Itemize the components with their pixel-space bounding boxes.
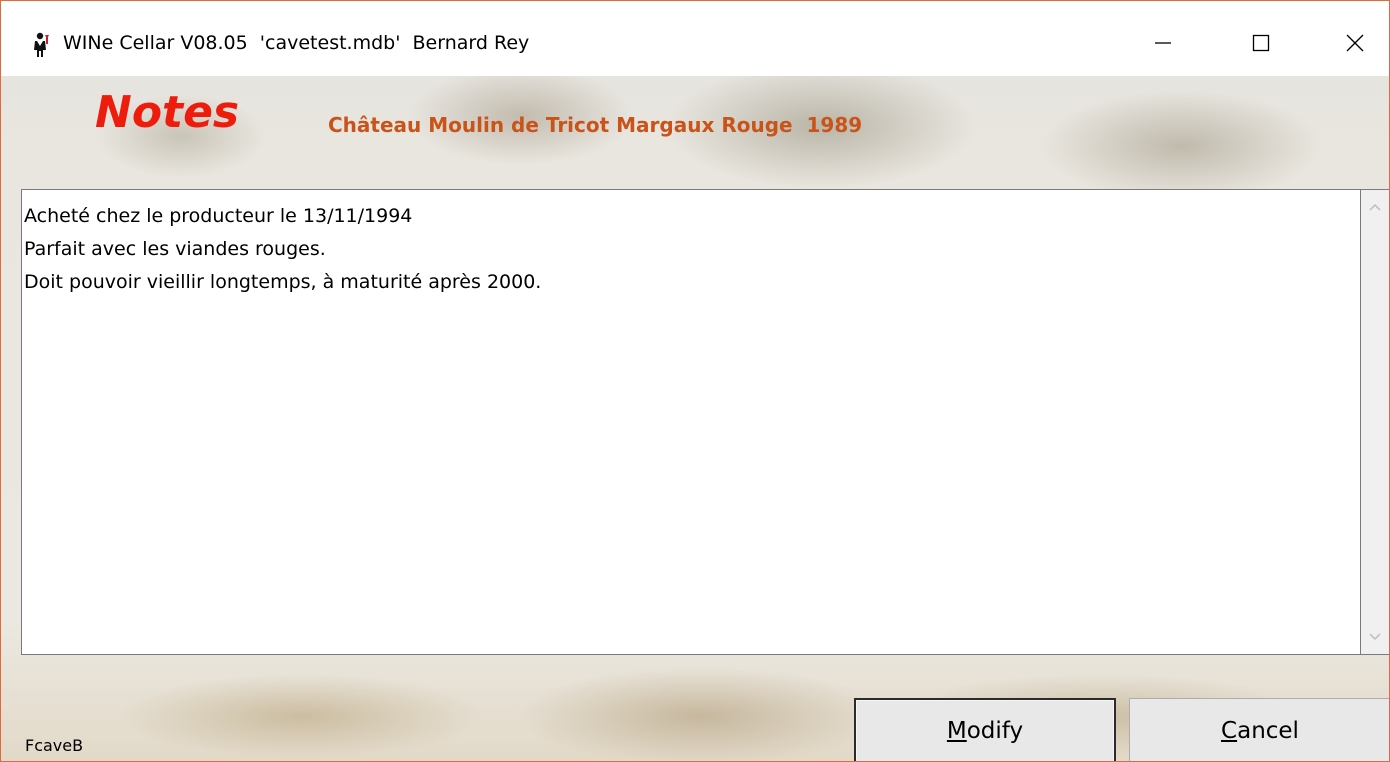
page-title: Notes <box>95 87 240 138</box>
modify-label: odify <box>966 718 1024 744</box>
chevron-down-icon <box>1369 633 1381 641</box>
modify-button[interactable]: Modify <box>854 698 1116 761</box>
minimize-button[interactable] <box>1131 21 1195 65</box>
notes-textarea[interactable]: Acheté chez le producteur le 13/11/1994 … <box>21 189 1361 655</box>
maximize-icon <box>1252 34 1270 52</box>
notes-line: Acheté chez le producteur le 13/11/1994 <box>24 205 413 227</box>
scroll-up-button[interactable] <box>1361 192 1389 222</box>
window-title: WINe Cellar V08.05 'cavetest.mdb' Bernar… <box>63 32 530 54</box>
form-name-label: FcaveB <box>25 736 84 755</box>
cancel-label: ancel <box>1237 718 1299 744</box>
notes-line: Parfait avec les viandes rouges. <box>24 238 326 260</box>
title-bar[interactable]: WINe Cellar V08.05 'cavetest.mdb' Bernar… <box>1 1 1389 76</box>
scroll-down-button[interactable] <box>1361 622 1389 652</box>
notes-line: Doit pouvoir vieillir longtemps, à matur… <box>24 271 542 293</box>
chevron-up-icon <box>1369 203 1381 211</box>
notes-window: WINe Cellar V08.05 'cavetest.mdb' Bernar… <box>0 0 1390 762</box>
cancel-accelerator: C <box>1221 718 1238 744</box>
minimize-icon <box>1155 42 1171 44</box>
close-icon <box>1346 34 1364 52</box>
vertical-scrollbar[interactable] <box>1361 189 1389 655</box>
waiter-icon <box>34 32 49 57</box>
modify-accelerator: M <box>946 718 967 744</box>
wine-name: Château Moulin de Tricot Margaux Rouge 1… <box>328 113 863 137</box>
maximize-button[interactable] <box>1229 21 1293 65</box>
cancel-button[interactable]: Cancel <box>1129 698 1389 761</box>
close-button[interactable] <box>1323 21 1387 65</box>
